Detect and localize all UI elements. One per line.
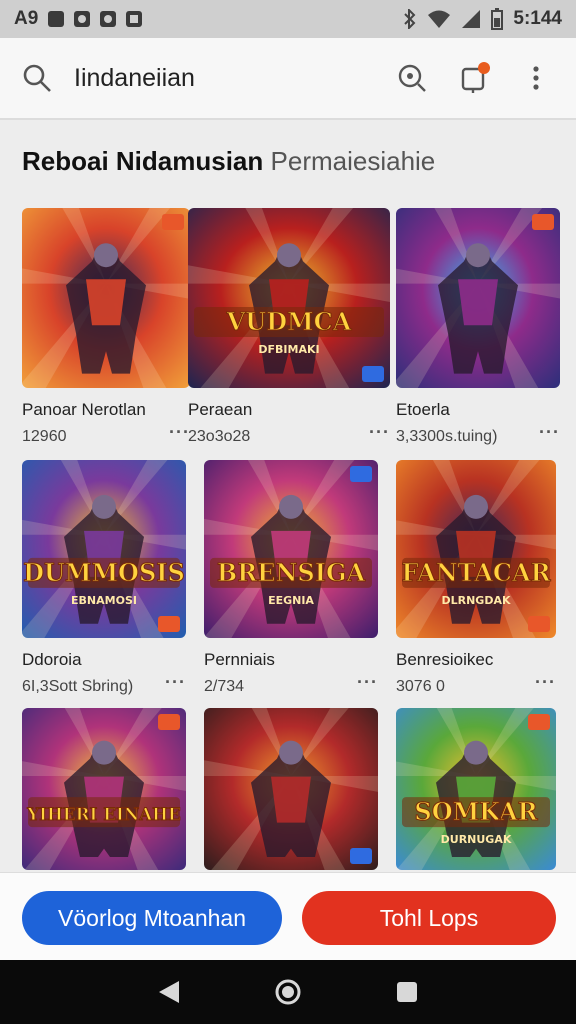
- status-bar-right: 5:144: [403, 8, 562, 30]
- game-title: Pernniais: [204, 650, 275, 669]
- image-icon: [126, 11, 143, 27]
- game-artwork: BRENSIGA EEGNIA: [204, 460, 378, 638]
- game-logo-text: YIHERI EINAHE: [26, 804, 181, 824]
- lens-button[interactable]: [394, 60, 430, 96]
- search-icon[interactable]: [22, 63, 52, 93]
- game-artwork: DUMMOSIS EBNAMOSI: [22, 460, 186, 638]
- game-artwork: SOMKAR DURNUGAK: [396, 708, 556, 870]
- battery-icon: [491, 8, 504, 30]
- game-thumbnail[interactable]: VUDMCA DFBIMAKI: [188, 208, 390, 388]
- game-card[interactable]: Etoerla 3,3300s.tuing) ···: [396, 208, 560, 460]
- search-input[interactable]: Iindaneiian: [74, 64, 368, 93]
- game-tag-icon: [362, 366, 384, 382]
- game-artwork: [396, 208, 560, 388]
- recents-icon: [396, 982, 417, 1002]
- game-artwork: [204, 708, 378, 870]
- nav-home-button[interactable]: [268, 972, 308, 1012]
- game-thumbnail[interactable]: YIHERI EINAHE: [22, 708, 186, 870]
- signal-icon: [462, 10, 481, 28]
- game-logo-text: DUMMOSIS: [23, 558, 185, 587]
- game-logo-text: SOMKAR: [414, 797, 538, 826]
- camera-icon: [100, 11, 117, 27]
- notification-badge: [478, 62, 490, 74]
- game-title: Peraean: [188, 400, 253, 419]
- game-tag-icon: [162, 214, 184, 230]
- nav-back-button[interactable]: [149, 972, 189, 1012]
- game-tag-icon: [350, 848, 372, 864]
- game-card[interactable]: FANTACAR DLRNGDAK Benresioikec 3076 0 ···: [396, 460, 556, 710]
- game-tag-icon: [532, 214, 554, 230]
- game-thumbnail[interactable]: [204, 708, 378, 870]
- game-thumbnail[interactable]: FANTACAR DLRNGDAK: [396, 460, 556, 638]
- game-artwork: YIHERI EINAHE: [22, 708, 186, 870]
- game-logo-text: VUDMCA: [226, 307, 352, 336]
- more-horizontal-icon[interactable]: ···: [369, 422, 390, 443]
- game-logo-subtext: EBNAMOSI: [71, 594, 137, 607]
- game-tag-icon: [158, 616, 180, 632]
- game-title: Panoar Nerotlan: [22, 400, 146, 419]
- game-artwork: [22, 208, 190, 388]
- game-meta: 2/734: [204, 678, 245, 695]
- section-title-light: Permaiesiahie: [270, 146, 436, 176]
- home-icon: [275, 979, 301, 1005]
- more-horizontal-icon[interactable]: ···: [165, 672, 186, 693]
- game-thumbnail[interactable]: SOMKAR DURNUGAK: [396, 708, 556, 870]
- game-tag-icon: [350, 466, 372, 482]
- circle-icon: [74, 11, 91, 27]
- game-card[interactable]: VUDMCA DFBIMAKI Peraean 23o3o28 ···: [188, 208, 390, 460]
- game-logo-subtext: EEGNIA: [268, 594, 314, 607]
- section-title: Reboai Nidamusian Permaiesiahie: [22, 146, 435, 177]
- secondary-action-button[interactable]: Tohl Lops: [302, 891, 556, 945]
- game-meta: 6I,3Sott Sbring): [22, 678, 134, 695]
- game-tag-icon: [528, 616, 550, 632]
- status-left-text: A9: [14, 8, 39, 29]
- action-bar: Vöorlog Mtoanhan Tohl Lops: [0, 872, 576, 960]
- more-vertical-icon: [533, 66, 539, 90]
- more-horizontal-icon[interactable]: ···: [357, 672, 378, 693]
- search-header: Iindaneiian: [0, 38, 576, 120]
- game-title: Benresioikec: [396, 650, 494, 669]
- game-card[interactable]: BRENSIGA EEGNIA Pernniais 2/734 ···: [204, 460, 378, 710]
- game-meta: 3,3300s.tuing): [396, 428, 498, 445]
- game-logo-subtext: DURNUGAK: [441, 833, 512, 846]
- game-logo-subtext: DFBIMAKI: [258, 343, 319, 356]
- game-card[interactable]: Panoar Nerotlan 12960 ···: [22, 208, 190, 460]
- lens-icon: [398, 64, 426, 92]
- more-horizontal-icon[interactable]: ···: [535, 672, 556, 693]
- more-options-button[interactable]: [518, 60, 554, 96]
- section-title-strong: Reboai Nidamusian: [22, 146, 264, 176]
- game-logo-text: BRENSIGA: [217, 558, 366, 587]
- game-artwork: FANTACAR DLRNGDAK: [396, 460, 556, 638]
- system-nav-bar: [0, 960, 576, 1024]
- message-icon: [48, 11, 65, 27]
- game-logo-subtext: DLRNGDAK: [441, 594, 510, 607]
- nav-recents-button[interactable]: [387, 972, 427, 1012]
- game-thumbnail[interactable]: BRENSIGA EEGNIA: [204, 460, 378, 638]
- game-thumbnail[interactable]: DUMMOSIS EBNAMOSI: [22, 460, 186, 638]
- primary-action-button[interactable]: Vöorlog Mtoanhan: [22, 891, 282, 945]
- game-thumbnail[interactable]: [22, 208, 190, 388]
- game-title: Etoerla: [396, 400, 450, 419]
- status-bar-left: A9: [14, 8, 143, 30]
- bluetooth-icon: [404, 9, 416, 29]
- back-icon: [159, 981, 180, 1003]
- game-thumbnail[interactable]: [396, 208, 560, 388]
- game-artwork: VUDMCA DFBIMAKI: [188, 208, 390, 388]
- game-title: Ddoroia: [22, 650, 82, 669]
- wifi-icon: [428, 10, 451, 28]
- status-time: 5:144: [513, 8, 562, 29]
- game-logo-text: FANTACAR: [401, 558, 551, 587]
- notifications-button[interactable]: [456, 60, 492, 96]
- game-tag-icon: [528, 714, 550, 730]
- more-horizontal-icon[interactable]: ···: [539, 422, 560, 443]
- game-meta: 23o3o28: [188, 428, 251, 445]
- game-tag-icon: [158, 714, 180, 730]
- status-bar: A9 5:144: [0, 0, 576, 38]
- game-card[interactable]: DUMMOSIS EBNAMOSI Ddoroia 6I,3Sott Sbring) ·…: [22, 460, 186, 710]
- game-meta: 12960: [22, 428, 67, 445]
- more-horizontal-icon[interactable]: ···: [169, 422, 190, 443]
- game-meta: 3076 0: [396, 678, 445, 695]
